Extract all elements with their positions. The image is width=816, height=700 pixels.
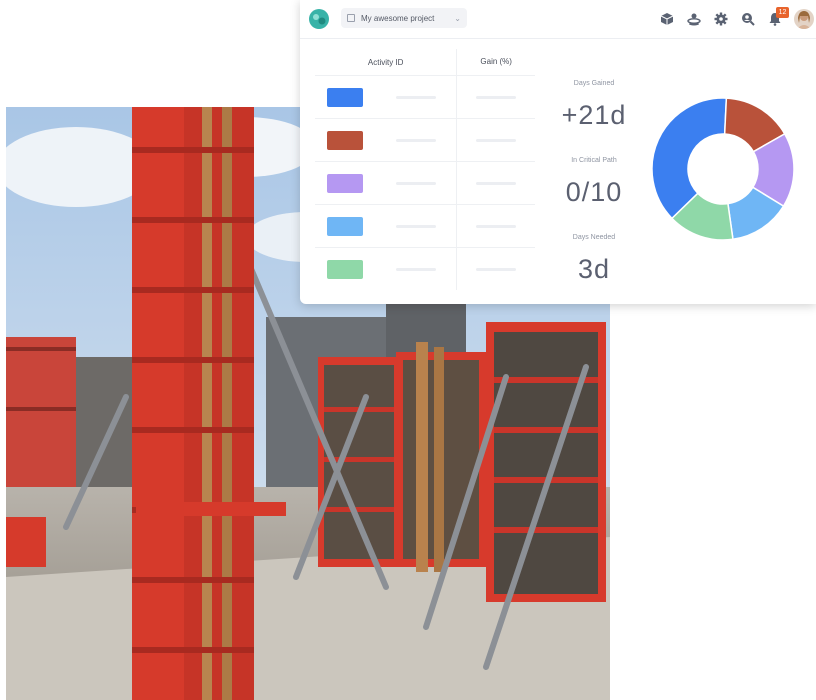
stat-value: +21d bbox=[561, 100, 627, 130]
activity-id-cell bbox=[375, 181, 457, 185]
stat-days-needed: Days Needed 3d bbox=[548, 234, 640, 285]
color-swatch bbox=[326, 173, 363, 193]
user-avatar[interactable] bbox=[794, 9, 814, 29]
table-header: Activity ID Gain (%) bbox=[315, 49, 535, 75]
color-cell bbox=[315, 87, 375, 107]
gear-icon[interactable] bbox=[713, 11, 729, 27]
chevron-down-icon: ⌄ bbox=[454, 13, 461, 23]
color-swatch bbox=[326, 259, 363, 279]
table-row[interactable] bbox=[315, 247, 535, 290]
table-row[interactable] bbox=[315, 204, 535, 247]
placeholder-bar bbox=[395, 95, 436, 99]
gain-cell bbox=[456, 248, 535, 290]
layers-icon[interactable] bbox=[686, 11, 702, 27]
project-icon bbox=[347, 14, 355, 22]
placeholder-bar bbox=[476, 95, 517, 99]
color-swatch bbox=[326, 87, 363, 107]
placeholder-bar bbox=[395, 181, 436, 185]
activity-id-cell bbox=[375, 95, 457, 99]
stat-label: In Critical Path bbox=[571, 157, 617, 164]
stat-value: 0/10 bbox=[565, 177, 623, 207]
stat-critical-path: In Critical Path 0/10 bbox=[548, 157, 640, 208]
stat-label: Days Gained bbox=[573, 80, 615, 87]
stat-label: Days Needed bbox=[572, 234, 616, 241]
placeholder-bar bbox=[476, 224, 517, 228]
column-header-activity-id: Activity ID bbox=[367, 57, 404, 67]
gain-cell bbox=[456, 162, 535, 204]
stat-days-gained: Days Gained +21d bbox=[548, 80, 640, 131]
gain-cell bbox=[456, 205, 535, 247]
placeholder-bar bbox=[476, 267, 517, 271]
bell-icon[interactable]: 12 bbox=[767, 7, 789, 27]
color-cell bbox=[315, 130, 375, 150]
table-row[interactable] bbox=[315, 118, 535, 161]
activity-id-cell bbox=[375, 224, 457, 228]
cube-icon[interactable] bbox=[659, 11, 675, 27]
placeholder-bar bbox=[476, 181, 517, 185]
color-cell bbox=[315, 173, 375, 193]
search-user-icon[interactable] bbox=[740, 11, 756, 27]
placeholder-bar bbox=[395, 224, 436, 228]
table-row[interactable] bbox=[315, 161, 535, 204]
gain-cell bbox=[456, 76, 535, 118]
stat-value: 3d bbox=[577, 254, 611, 284]
activity-table: Activity ID Gain (%) bbox=[315, 49, 535, 290]
donut-slice bbox=[651, 97, 728, 220]
project-selector[interactable]: My awesome project ⌄ bbox=[341, 8, 467, 28]
app-logo-icon[interactable] bbox=[308, 8, 330, 30]
dashboard-card: My awesome project ⌄ 12 Activity ID Gain… bbox=[300, 0, 816, 304]
color-cell bbox=[315, 216, 375, 236]
project-label: My awesome project bbox=[361, 13, 435, 23]
donut-chart bbox=[651, 97, 795, 241]
color-cell bbox=[315, 259, 375, 279]
color-swatch bbox=[326, 130, 363, 150]
activity-id-cell bbox=[375, 267, 457, 271]
activity-id-cell bbox=[375, 138, 457, 142]
gain-cell bbox=[456, 119, 535, 161]
color-swatch bbox=[326, 216, 363, 236]
top-bar: My awesome project ⌄ 12 bbox=[300, 0, 816, 39]
notification-badge: 12 bbox=[776, 7, 789, 18]
table-row[interactable] bbox=[315, 75, 535, 118]
placeholder-bar bbox=[395, 267, 436, 271]
placeholder-bar bbox=[395, 138, 436, 142]
column-header-gain: Gain (%) bbox=[456, 49, 535, 75]
placeholder-bar bbox=[476, 138, 517, 142]
